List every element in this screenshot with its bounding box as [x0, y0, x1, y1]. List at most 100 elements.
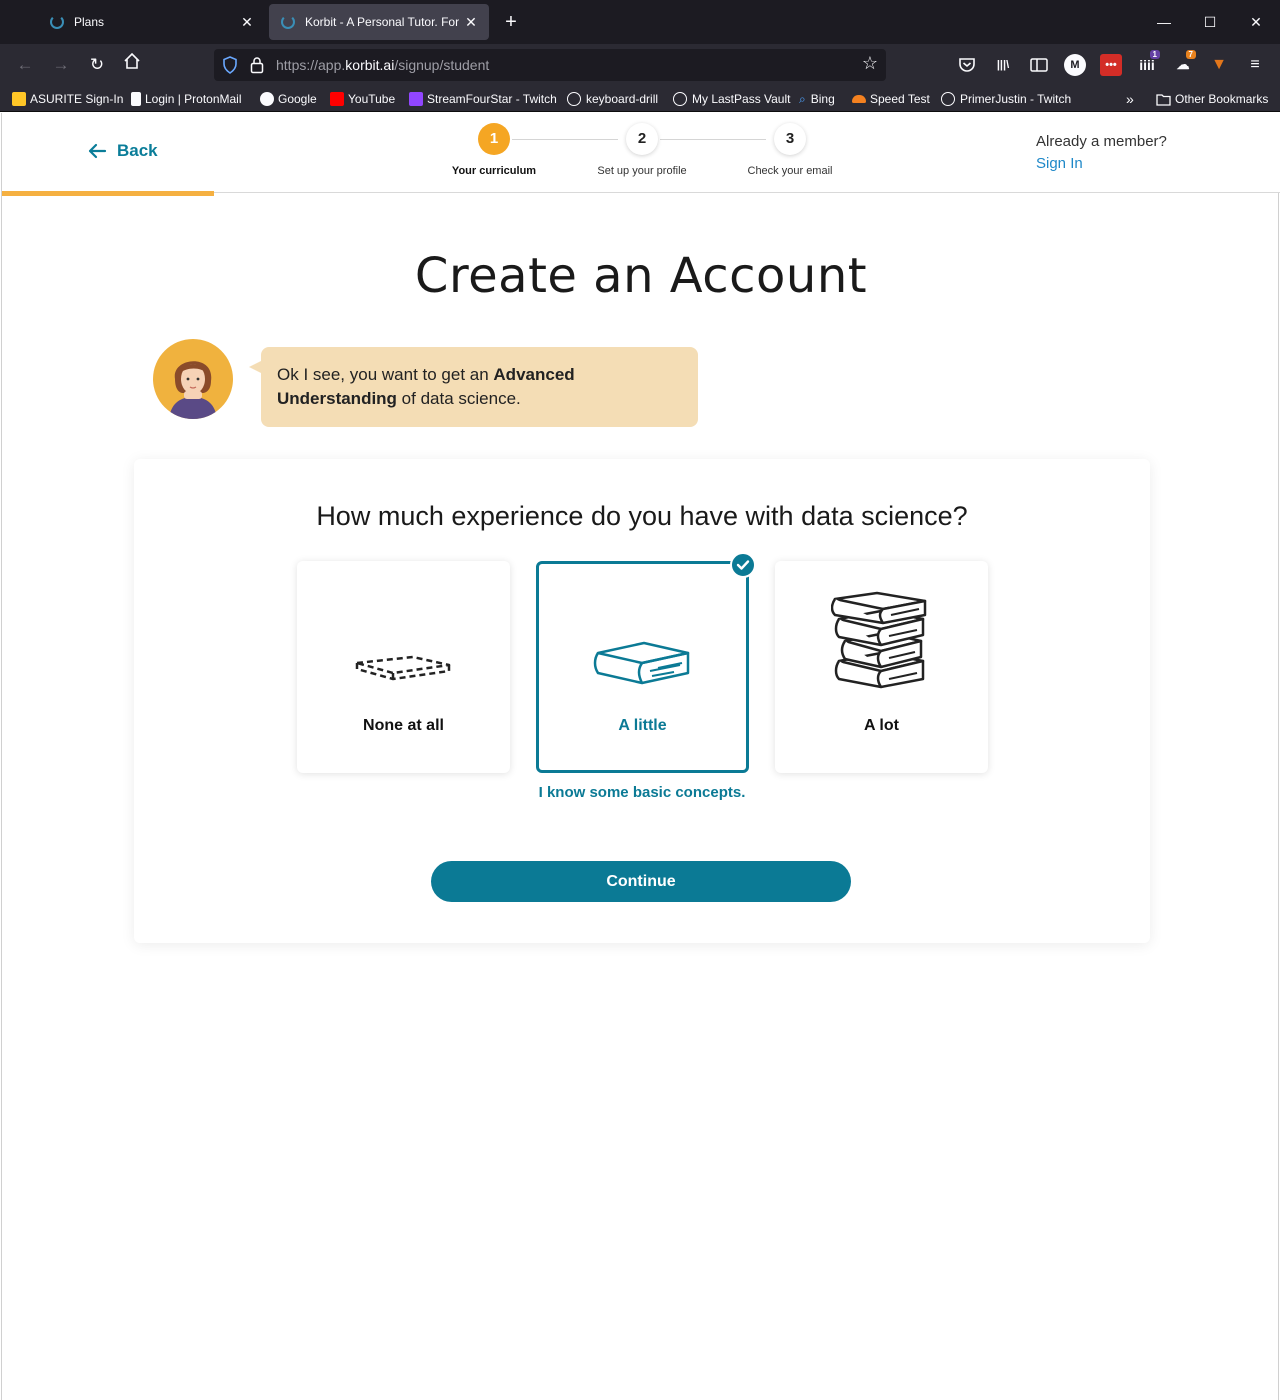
step-number: 2: [626, 123, 658, 155]
bookmark-google[interactable]: Google: [260, 90, 317, 108]
single-book-icon: [593, 641, 690, 685]
bookmark-label: Google: [278, 92, 317, 106]
metamask-icon[interactable]: ▼: [1208, 54, 1230, 76]
tab-bar: Plans ✕ Korbit - A Personal Tutor. For E…: [0, 0, 1280, 44]
bookmark-label: Login | ProtonMail: [145, 92, 242, 106]
tab-title: Korbit - A Personal Tutor. For Ev: [305, 15, 461, 29]
arrow-left-icon: [88, 143, 107, 159]
bookmark-youtube[interactable]: YouTube: [330, 90, 395, 108]
tutor-avatar: [153, 339, 233, 419]
option-label: A lot: [864, 717, 899, 734]
lock-icon: [250, 57, 264, 74]
progress-bar: [2, 191, 214, 196]
signup-stepper: 1 Your curriculum 2 Set up your profile …: [442, 123, 852, 183]
tutor-avatar-icon: [169, 361, 217, 419]
bookmark-label: keyboard-drill: [586, 92, 659, 106]
minimize-icon[interactable]: —: [1149, 10, 1179, 34]
option-none-at-all[interactable]: None at all: [297, 561, 510, 773]
bookmark-lastpass[interactable]: My LastPass Vault: [673, 90, 790, 108]
bookmark-primerjustin[interactable]: PrimerJustin - Twitch: [941, 90, 1071, 108]
book-stack-icon: [831, 591, 927, 689]
google-icon: [260, 92, 274, 106]
step-label: Set up your profile: [597, 165, 687, 177]
tutor-speech-bubble: Ok I see, you want to get an Advanced Un…: [249, 347, 698, 427]
bookmark-label: My LastPass Vault: [692, 92, 791, 106]
bookmark-star-icon[interactable]: ☆: [862, 53, 878, 74]
option-a-little[interactable]: A little: [536, 561, 749, 773]
twitch-extension-icon[interactable]: iiii 1: [1136, 50, 1160, 76]
signup-header: Back 1 Your curriculum 2 Set up your pro…: [2, 113, 1280, 193]
forward-arrow-icon[interactable]: →: [48, 52, 74, 78]
url-bar[interactable]: https://app.korbit.ai/signup/student ☆: [214, 49, 886, 81]
navigation-bar: ← → ↻ https://app.korbit.ai/signup/stude…: [0, 44, 1280, 86]
close-window-icon[interactable]: ✕: [1241, 10, 1271, 34]
tab-korbit[interactable]: Korbit - A Personal Tutor. For Ev ✕: [269, 4, 489, 40]
bookmarks-bar: ASURITE Sign-In Login | ProtonMail Googl…: [0, 86, 1280, 112]
tab-plans[interactable]: Plans ✕: [20, 4, 265, 40]
bookmark-protonmail[interactable]: Login | ProtonMail: [131, 90, 242, 108]
option-label: None at all: [363, 717, 444, 734]
already-member-text: Already a member? Sign In: [1036, 131, 1176, 175]
close-icon[interactable]: ✕: [461, 14, 481, 31]
step-label: Check your email: [747, 165, 833, 177]
extension-badge: 7: [1185, 50, 1196, 59]
bookmark-label: StreamFourStar - Twitch: [427, 92, 557, 106]
extension-badge: 1: [1149, 50, 1160, 59]
bubble-text: of data science.: [396, 389, 521, 408]
bookmark-label: ASURITE Sign-In: [30, 92, 124, 106]
new-tab-icon[interactable]: +: [500, 10, 522, 34]
bookmark-asurite[interactable]: ASURITE Sign-In: [12, 90, 123, 108]
step-number: 3: [774, 123, 806, 155]
maximize-icon[interactable]: ☐: [1195, 10, 1225, 34]
bookmark-other[interactable]: Other Bookmarks: [1156, 90, 1268, 108]
bookmark-label: Speed Test: [870, 92, 930, 106]
step-1: 1 Your curriculum: [439, 123, 549, 177]
globe-icon: [567, 92, 581, 106]
bubble-text: Ok I see, you want to get an: [277, 365, 494, 384]
reload-icon[interactable]: ↻: [84, 52, 110, 78]
lastpass-icon[interactable]: •••: [1100, 54, 1122, 76]
sign-in-link[interactable]: Sign In: [1036, 155, 1083, 172]
question-heading: How much experience do you have with dat…: [316, 501, 968, 531]
loading-icon: [281, 15, 295, 29]
cloud-icon: [852, 95, 866, 103]
option-a-lot[interactable]: A lot: [775, 561, 988, 773]
bookmark-keyboard-drill[interactable]: keyboard-drill: [567, 90, 658, 108]
bookmark-speed-test[interactable]: Speed Test: [852, 90, 930, 108]
menu-icon[interactable]: ≡: [1244, 54, 1266, 76]
page-title: Create an Account: [414, 248, 868, 304]
already-member-label: Already a member?: [1036, 133, 1167, 150]
empty-book-outline-icon: [355, 655, 451, 681]
youtube-icon: [330, 92, 344, 106]
bookmark-streamfourstar[interactable]: StreamFourStar - Twitch: [409, 90, 557, 108]
close-icon[interactable]: ✕: [237, 14, 257, 31]
folder-icon: [1156, 93, 1171, 106]
bookmark-label: PrimerJustin - Twitch: [960, 92, 1072, 106]
sidebar-icon[interactable]: [1028, 54, 1050, 76]
fox-extension-icon[interactable]: ☁ 7: [1172, 50, 1196, 76]
bookmark-bing[interactable]: ⌕ Bing: [799, 90, 835, 108]
loading-icon: [50, 15, 64, 29]
search-icon: ⌕: [799, 91, 806, 106]
step-2: 2 Set up your profile: [587, 123, 697, 177]
step-3: 3 Check your email: [735, 123, 845, 177]
url-text[interactable]: https://app.korbit.ai/signup/student: [276, 57, 489, 73]
library-icon[interactable]: |||\: [992, 54, 1014, 76]
globe-icon: [941, 92, 955, 106]
bookmark-label: Other Bookmarks: [1175, 92, 1269, 106]
back-arrow-icon[interactable]: ←: [12, 52, 38, 78]
back-button[interactable]: Back: [87, 141, 158, 161]
tab-title: Plans: [74, 15, 105, 29]
twitch-icon: [409, 92, 423, 106]
more-bookmarks-icon[interactable]: »: [1126, 90, 1134, 108]
step-label: Your curriculum: [451, 165, 537, 177]
pocket-icon[interactable]: [956, 54, 978, 76]
back-label: Back: [117, 141, 158, 160]
bookmark-label: YouTube: [348, 92, 396, 106]
continue-button[interactable]: Continue: [431, 861, 851, 902]
m-extension-icon[interactable]: M: [1064, 54, 1086, 76]
home-icon[interactable]: [119, 52, 145, 78]
experience-card: How much experience do you have with dat…: [134, 459, 1150, 943]
shield-icon: [223, 56, 237, 74]
bookmark-label: Bing: [810, 92, 835, 106]
